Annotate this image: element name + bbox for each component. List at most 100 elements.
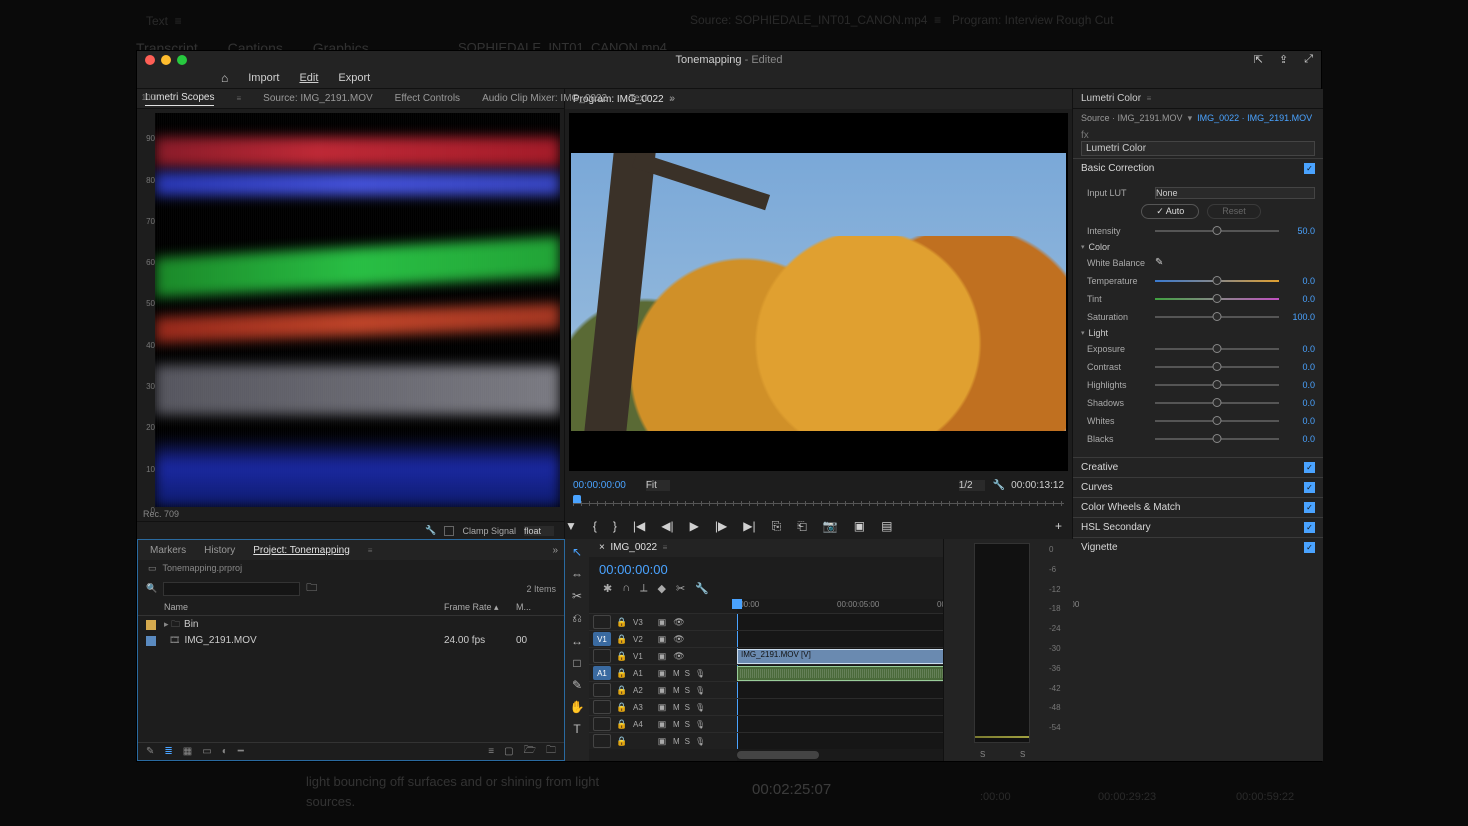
close-button[interactable] xyxy=(145,55,155,65)
tab-source[interactable]: Source: IMG_2191.MOV xyxy=(263,93,373,104)
section-vignette[interactable]: Vignette✓ xyxy=(1073,538,1323,557)
tab-project[interactable]: Project: Tonemapping xyxy=(253,545,350,556)
freeform-view-icon[interactable]: ▭ xyxy=(202,746,211,757)
intensity-slider[interactable] xyxy=(1155,230,1279,232)
go-to-out-button[interactable]: ▶| xyxy=(743,519,755,533)
sequence-tab[interactable]: IMG_0022 xyxy=(610,542,657,553)
intensity-value[interactable]: 50.0 xyxy=(1285,226,1315,236)
tab-text[interactable]: Text xyxy=(629,93,647,104)
temperature-slider[interactable] xyxy=(1155,280,1279,282)
settings-icon[interactable]: 🔧 xyxy=(993,480,1005,491)
step-fwd-button[interactable]: |▶ xyxy=(715,519,727,533)
workspace-import[interactable]: Import xyxy=(248,72,279,84)
program-viewer[interactable] xyxy=(569,113,1068,471)
tab-markers[interactable]: Markers xyxy=(150,545,186,556)
fit-select[interactable]: Fit xyxy=(646,480,670,491)
timeline-ruler[interactable]: :00:00 00:00:05:00 00:00:10:00 00:00:15:… xyxy=(737,599,943,613)
temperature-value[interactable]: 0.0 xyxy=(1285,276,1315,286)
eyedropper-icon[interactable]: ✎ xyxy=(1155,257,1167,269)
go-to-in-button[interactable]: |◀ xyxy=(633,519,645,533)
rectangle-tool[interactable]: □ xyxy=(573,656,580,670)
workspace-edit[interactable]: Edit xyxy=(299,72,318,84)
track-area[interactable]: IMG_2191.MOV [V] xyxy=(737,613,943,749)
timeline-tc[interactable]: 00:00:00:00 xyxy=(599,562,668,577)
trash-icon[interactable]: 🗀 xyxy=(546,743,556,760)
selection-tool[interactable]: ↖ xyxy=(572,545,582,559)
export-frame-button[interactable]: 📷 xyxy=(823,519,838,533)
zoom-track-icon[interactable]: ━ xyxy=(238,746,244,757)
extract-button[interactable]: ⎗ xyxy=(797,519,807,534)
col-media[interactable]: M... xyxy=(516,602,556,613)
saturation-slider[interactable] xyxy=(1155,316,1279,318)
workspace-export[interactable]: Export xyxy=(338,72,370,84)
section-creative[interactable]: Creative✓ xyxy=(1073,458,1323,477)
pen-tool[interactable]: ✎ xyxy=(572,678,582,692)
tab-lumetri-color[interactable]: Lumetri Color xyxy=(1081,93,1141,104)
marker-tl-icon[interactable]: ◆ xyxy=(657,582,665,595)
solo-left[interactable]: S xyxy=(980,750,985,759)
contrast-slider[interactable] xyxy=(1155,366,1279,368)
zoom-button[interactable] xyxy=(177,55,187,65)
tint-value[interactable]: 0.0 xyxy=(1285,294,1315,304)
mark-in-button[interactable]: { xyxy=(593,519,597,533)
wrench-icon[interactable]: 🔧 xyxy=(425,525,436,536)
add-marker-button[interactable]: ▼ xyxy=(565,519,577,533)
tab-effect-controls[interactable]: Effect Controls xyxy=(395,93,460,104)
section-curves[interactable]: Curves✓ xyxy=(1073,478,1323,497)
section-basic-correction[interactable]: Basic Correction✓ xyxy=(1073,159,1323,178)
ripple-tool[interactable]: ✂ xyxy=(572,589,582,603)
mark-out-button[interactable]: } xyxy=(613,519,617,533)
button-editor-icon[interactable]: + xyxy=(1055,519,1062,533)
section-hsl[interactable]: HSL Secondary✓ xyxy=(1073,518,1323,537)
blacks-value[interactable]: 0.0 xyxy=(1285,434,1315,444)
project-search-input[interactable] xyxy=(163,582,300,596)
track-select-tool[interactable]: ⇔ xyxy=(571,567,583,581)
project-tabs-overflow-icon[interactable]: » xyxy=(552,545,558,556)
type-tool[interactable]: T xyxy=(573,722,580,736)
v1-source-patch[interactable]: V1 xyxy=(593,632,611,646)
highlights-value[interactable]: 0.0 xyxy=(1285,380,1315,390)
solo-right[interactable]: S xyxy=(1020,750,1025,759)
color-subsection[interactable]: Color xyxy=(1081,242,1315,252)
section-color-wheels[interactable]: Color Wheels & Match✓ xyxy=(1073,498,1323,517)
col-name[interactable]: Name xyxy=(164,602,444,613)
tabs-overflow-icon[interactable]: » xyxy=(669,93,675,104)
input-lut-select[interactable]: None xyxy=(1155,187,1315,199)
reset-button[interactable]: Reset xyxy=(1207,204,1261,219)
play-button[interactable]: ▶ xyxy=(690,519,699,533)
fullscreen-icon[interactable]: ⤢ xyxy=(1304,53,1313,66)
exposure-slider[interactable] xyxy=(1155,348,1279,350)
clamp-checkbox[interactable] xyxy=(444,526,454,536)
step-back-button[interactable]: ◀| xyxy=(661,519,673,533)
lift-button[interactable]: ⎘ xyxy=(772,519,782,534)
light-subsection[interactable]: Light xyxy=(1081,328,1315,338)
exposure-value[interactable]: 0.0 xyxy=(1285,344,1315,354)
new-item-icon[interactable]: ▢ xyxy=(504,746,513,757)
shadows-value[interactable]: 0.0 xyxy=(1285,398,1315,408)
sort-icon[interactable]: ≡ xyxy=(488,746,494,757)
quick-export-icon[interactable]: ⇱ xyxy=(1254,53,1263,66)
saturation-value[interactable]: 100.0 xyxy=(1285,312,1315,322)
icon-view-icon[interactable]: ▦ xyxy=(183,746,192,757)
razor-tool[interactable]: ⎌ xyxy=(572,611,582,626)
folder-icon[interactable]: 🗀 xyxy=(306,579,317,598)
list-view-icon[interactable]: ≣ xyxy=(164,746,172,757)
whites-slider[interactable] xyxy=(1155,420,1279,422)
auto-button[interactable]: ✓ Auto xyxy=(1141,204,1199,219)
slip-tool[interactable]: ↔ xyxy=(571,634,583,648)
program-scrubber[interactable] xyxy=(573,495,1064,513)
zoom-select[interactable]: 1/2 xyxy=(959,480,985,491)
whites-value[interactable]: 0.0 xyxy=(1285,416,1315,426)
lumetri-effect-select[interactable]: Lumetri Color xyxy=(1081,141,1315,156)
home-icon[interactable]: ⌂ xyxy=(221,71,228,85)
program-tc[interactable]: 00:00:00:00 xyxy=(573,480,626,491)
share-icon[interactable]: ⇪ xyxy=(1279,53,1288,66)
basic-enable-checkbox[interactable]: ✓ xyxy=(1304,163,1315,174)
shadows-slider[interactable] xyxy=(1155,402,1279,404)
project-row-clip[interactable]: 🎞IMG_2191.MOV 24.00 fps 00 xyxy=(138,634,564,647)
a1-source-patch[interactable]: A1 xyxy=(593,666,611,680)
magnet-icon[interactable]: ∩ xyxy=(622,582,630,595)
hand-tool[interactable]: ✋ xyxy=(570,700,585,714)
linked-icon[interactable]: ⟂ xyxy=(640,582,647,595)
snap-icon[interactable]: ✱ xyxy=(603,582,612,595)
